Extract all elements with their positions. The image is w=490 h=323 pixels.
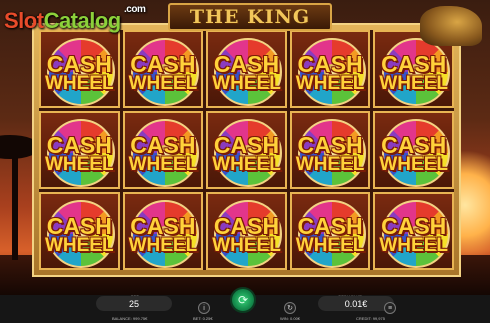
cash-wheel-symbol-text: CASH WHEEL	[125, 213, 202, 256]
cash-wheel-symbol-text: CASH WHEEL	[292, 132, 369, 175]
slotcatalog-logo: SlotCatalog .com	[4, 4, 146, 34]
symbol-line-1: CASH	[297, 51, 363, 77]
symbol-line-1: CASH	[297, 213, 363, 239]
cash-wheel-symbol-text: CASH WHEEL	[208, 213, 285, 256]
symbol-line-2: WHEEL	[44, 235, 114, 256]
bet-status-label: BET:	[193, 316, 202, 321]
lion-head-icon	[420, 6, 482, 46]
balance-value: 999.75€	[132, 316, 148, 321]
cash-wheel-symbol-text: CASH WHEEL	[41, 132, 118, 175]
game-title-banner: THE KING	[168, 3, 332, 31]
reel-cell: CASH WHEEL	[39, 192, 120, 270]
logo-catalog-text: Catalog	[43, 8, 122, 33]
info-button[interactable]: i	[198, 302, 210, 314]
symbol-line-1: CASH	[213, 51, 280, 77]
reel-cell: CASH WHEEL	[122, 192, 204, 270]
symbol-line-1: CASH	[130, 132, 196, 158]
control-bar: BET 25 i ⟳ ↻ COIN VALUE 0.01€ ≡ BALANCE:…	[0, 287, 490, 323]
menu-icon: ≡	[387, 304, 393, 312]
menu-button[interactable]: ≡	[384, 302, 396, 314]
bet-status: BET: 0.25€	[193, 316, 213, 321]
symbol-line-2: WHEEL	[295, 235, 365, 256]
symbol-line-1: CASH	[381, 132, 447, 158]
reels-frame: CASH WHEEL CASH WHEEL CASH WHEEL CASH WHEEL CASH…	[32, 23, 461, 277]
autoplay-icon: ↻	[287, 305, 293, 312]
symbol-line-1: CASH	[213, 213, 280, 239]
reel-cell: CASH WHEEL	[39, 30, 120, 108]
reel-grid: CASH WHEEL CASH WHEEL CASH WHEEL CASH WHEEL CASH…	[39, 30, 454, 270]
symbol-line-1: CASH	[46, 132, 112, 158]
bet-selector[interactable]: 25	[96, 296, 172, 311]
coin-value-selector[interactable]: 0.01€	[318, 296, 394, 311]
symbol-line-1: CASH	[130, 51, 196, 77]
reel-cell: CASH WHEEL	[373, 111, 454, 189]
reel-cell: CASH WHEEL	[373, 192, 454, 270]
game-background: SlotCatalog .com THE KING CASH WHEEL CASH W…	[0, 0, 490, 295]
credit-value: 99,975	[372, 316, 385, 321]
win-status: WIN: 0.00€	[280, 316, 300, 321]
symbol-line-2: WHEEL	[44, 73, 114, 94]
credit-label: CREDIT:	[356, 316, 372, 321]
symbol-line-2: WHEEL	[295, 154, 365, 175]
symbol-line-1: CASH	[130, 213, 196, 239]
symbol-line-2: WHEEL	[379, 235, 448, 256]
cash-wheel-symbol-text: CASH WHEEL	[375, 213, 452, 256]
symbol-line-1: CASH	[381, 213, 447, 239]
reel-cell: CASH WHEEL	[206, 30, 287, 108]
win-value: 0.00€	[290, 316, 301, 321]
symbol-line-2: WHEEL	[44, 154, 114, 175]
cash-wheel-symbol-text: CASH WHEEL	[208, 51, 285, 94]
symbol-line-2: WHEEL	[212, 154, 281, 175]
cash-wheel-symbol-text: CASH WHEEL	[375, 132, 452, 175]
symbol-line-2: WHEEL	[128, 73, 198, 94]
cash-wheel-symbol-text: CASH WHEEL	[292, 51, 369, 94]
symbol-line-1: CASH	[381, 51, 447, 77]
symbol-line-1: CASH	[46, 213, 112, 239]
spin-button[interactable]: ⟳	[230, 287, 256, 313]
reel-cell: CASH WHEEL	[206, 192, 287, 270]
symbol-line-2: WHEEL	[128, 154, 198, 175]
game-title: THE KING	[189, 6, 311, 28]
cash-wheel-symbol-text: CASH WHEEL	[125, 51, 202, 94]
reel-cell: CASH WHEEL	[122, 111, 204, 189]
info-icon: i	[203, 304, 205, 312]
symbol-line-2: WHEEL	[212, 73, 281, 94]
win-label: WIN:	[280, 316, 289, 321]
bet-value: 25	[128, 298, 139, 309]
autoplay-button[interactable]: ↻	[284, 302, 296, 314]
reel-cell: CASH WHEEL	[289, 111, 371, 189]
coin-value: 0.01€	[344, 298, 368, 309]
cash-wheel-symbol-text: CASH WHEEL	[292, 213, 369, 256]
cash-wheel-symbol-text: CASH WHEEL	[375, 51, 452, 94]
reel-cell: CASH WHEEL	[289, 192, 371, 270]
symbol-line-1: CASH	[297, 132, 363, 158]
spin-icon: ⟳	[237, 293, 249, 307]
logo-com-text: .com	[124, 4, 146, 15]
reel-cell: CASH WHEEL	[206, 111, 287, 189]
symbol-line-2: WHEEL	[128, 235, 198, 256]
logo-slot-text: Slot	[4, 8, 44, 33]
symbol-line-1: CASH	[46, 51, 112, 77]
symbol-line-1: CASH	[213, 132, 280, 158]
symbol-line-2: WHEEL	[379, 73, 448, 94]
symbol-line-2: WHEEL	[295, 73, 365, 94]
symbol-line-2: WHEEL	[379, 154, 448, 175]
reel-cell: CASH WHEEL	[39, 111, 120, 189]
bet-status-value: 0.25€	[202, 316, 213, 321]
balance-label: BALANCE:	[112, 316, 132, 321]
credit-status: CREDIT: 99,975	[356, 316, 385, 321]
reel-cell: CASH WHEEL	[289, 30, 371, 108]
cash-wheel-symbol-text: CASH WHEEL	[125, 132, 202, 175]
reel-cell: CASH WHEEL	[122, 30, 204, 108]
acacia-tree-trunk	[12, 150, 18, 260]
cash-wheel-symbol-text: CASH WHEEL	[208, 132, 285, 175]
cash-wheel-symbol-text: CASH WHEEL	[41, 213, 118, 256]
cash-wheel-symbol-text: CASH WHEEL	[41, 51, 118, 94]
symbol-line-2: WHEEL	[212, 235, 281, 256]
balance-status: BALANCE: 999.75€	[112, 316, 147, 321]
